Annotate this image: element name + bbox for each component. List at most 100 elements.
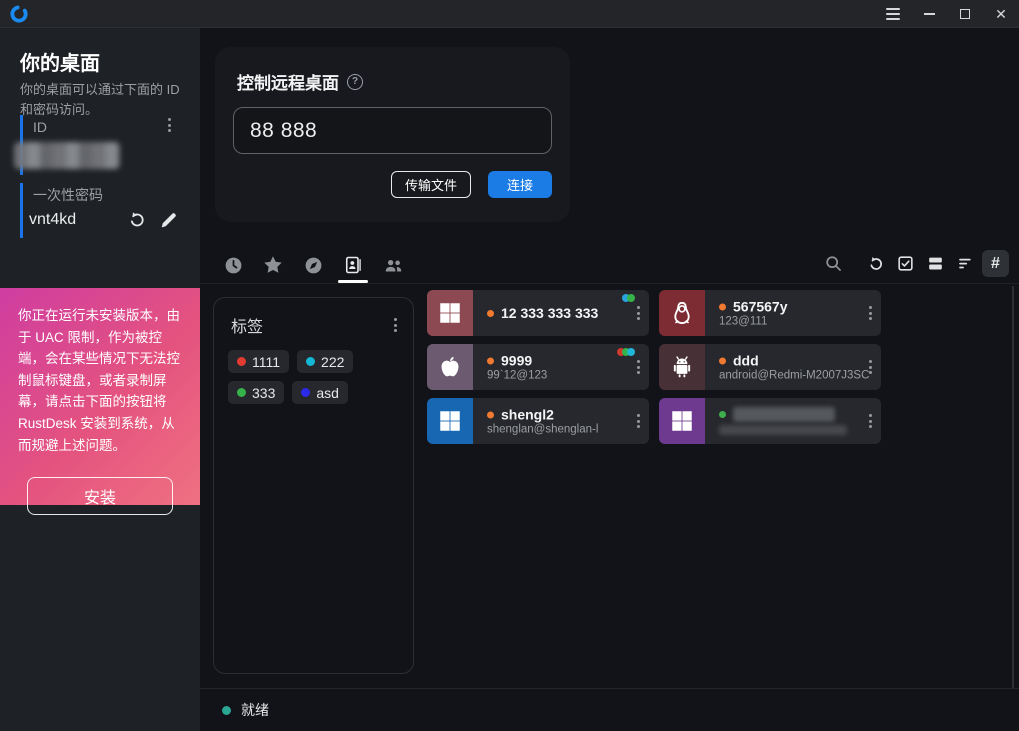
tags-menu-icon[interactable] bbox=[394, 318, 397, 332]
grid-view-icon[interactable]: # bbox=[982, 250, 1009, 277]
peer-menu-icon[interactable] bbox=[869, 306, 872, 320]
remote-id-input[interactable] bbox=[233, 107, 552, 154]
peer-card[interactable]: 9999 99`12@123 bbox=[427, 344, 649, 390]
warning-text: 你正在运行未安装版本，由于 UAC 限制，作为被控端，会在某些情况下无法控制鼠标… bbox=[18, 305, 182, 456]
peer-name: shengl2 bbox=[501, 407, 554, 423]
peer-subtitle: 123@111 bbox=[719, 316, 857, 328]
peer-toolbar: # bbox=[820, 250, 1009, 277]
tag-color-dot bbox=[306, 357, 315, 366]
group-icon bbox=[382, 254, 405, 277]
refresh-password-icon[interactable] bbox=[126, 209, 148, 231]
peer-tabbar bbox=[213, 247, 413, 283]
app-logo-icon bbox=[9, 4, 29, 24]
id-label: ID bbox=[33, 119, 47, 135]
id-value-redacted bbox=[14, 142, 120, 169]
peer-name: 12 333 333 333 bbox=[501, 305, 598, 321]
id-menu-icon[interactable] bbox=[168, 118, 171, 132]
address-book-icon bbox=[343, 255, 363, 275]
edit-password-icon[interactable] bbox=[158, 209, 180, 231]
install-warning-banner: 你正在运行未安装版本，由于 UAC 限制，作为被控端，会在某些情况下无法控制鼠标… bbox=[0, 288, 200, 505]
scrollbar[interactable] bbox=[1012, 286, 1014, 688]
main-area: 控制远程桌面 ? 传输文件 连接 bbox=[200, 28, 1019, 731]
linux-icon bbox=[659, 290, 705, 336]
peer-status-dot bbox=[487, 310, 494, 317]
tag-color-dot bbox=[301, 388, 310, 397]
tab-favorites[interactable] bbox=[253, 247, 293, 283]
clock-icon bbox=[223, 255, 244, 276]
peer-name-redacted bbox=[733, 407, 835, 422]
tag-chip-222[interactable]: 222 bbox=[297, 350, 353, 373]
android-icon bbox=[659, 344, 705, 390]
peer-menu-icon[interactable] bbox=[637, 360, 640, 374]
windows-icon bbox=[427, 290, 473, 336]
refresh-peers-icon[interactable] bbox=[862, 250, 889, 277]
peer-menu-icon[interactable] bbox=[869, 414, 872, 428]
statusbar: 就绪 bbox=[200, 689, 1019, 731]
peer-name: ddd bbox=[733, 353, 759, 369]
peer-menu-icon[interactable] bbox=[637, 306, 640, 320]
tag-label: asd bbox=[316, 385, 339, 401]
tab-address-book[interactable] bbox=[333, 247, 373, 283]
tag-chip-333[interactable]: 333 bbox=[228, 381, 284, 404]
tab-recent-sessions[interactable] bbox=[213, 247, 253, 283]
windows-icon bbox=[659, 398, 705, 444]
peer-status-badges bbox=[625, 294, 635, 302]
tag-label: 333 bbox=[252, 385, 275, 401]
peer-card[interactable]: shengl2 shenglan@shenglan-l bbox=[427, 398, 649, 444]
peer-card[interactable] bbox=[659, 398, 881, 444]
tag-chip-list: 1111 222 333 asd bbox=[214, 337, 413, 404]
peer-name: 9999 bbox=[501, 353, 532, 369]
password-accent-bar bbox=[20, 183, 23, 238]
peer-card[interactable]: 12 333 333 333 bbox=[427, 290, 649, 336]
control-remote-desktop-card: 控制远程桌面 ? 传输文件 连接 bbox=[215, 47, 570, 222]
tag-label: 222 bbox=[321, 354, 344, 370]
tag-label: 1111 bbox=[252, 354, 280, 370]
tabbar-divider bbox=[200, 283, 1019, 284]
card-view-icon[interactable] bbox=[922, 250, 949, 277]
peer-menu-icon[interactable] bbox=[869, 360, 872, 374]
tag-color-dot bbox=[237, 357, 246, 366]
search-icon[interactable] bbox=[820, 250, 847, 277]
peer-status-dot bbox=[719, 357, 726, 364]
rustdesk-window: ✕ 你的桌面 你的桌面可以通过下面的 ID 和密码访问。 ID 一次性密码 vn… bbox=[0, 0, 1019, 731]
peer-name: 567567y bbox=[733, 299, 788, 315]
apple-icon bbox=[427, 344, 473, 390]
maximize-button[interactable] bbox=[947, 0, 983, 27]
help-icon[interactable]: ? bbox=[347, 74, 363, 90]
peer-status-dot bbox=[487, 357, 494, 364]
peer-subtitle-redacted bbox=[719, 425, 847, 435]
connection-status-dot bbox=[222, 706, 231, 715]
peer-subtitle: shenglan@shenglan-l bbox=[487, 424, 625, 436]
install-button[interactable]: 安装 bbox=[27, 477, 173, 515]
peer-subtitle: android@Redmi-M2007J3SC bbox=[719, 370, 857, 382]
page-title: 你的桌面 bbox=[20, 47, 100, 76]
minimize-button[interactable] bbox=[911, 0, 947, 27]
close-button[interactable]: ✕ bbox=[983, 0, 1019, 27]
peer-status-dot bbox=[719, 303, 726, 310]
windows-icon bbox=[427, 398, 473, 444]
connect-button[interactable]: 连接 bbox=[488, 171, 552, 198]
sidebar: 你的桌面 你的桌面可以通过下面的 ID 和密码访问。 ID 一次性密码 vnt4… bbox=[0, 28, 200, 731]
tab-groups[interactable] bbox=[373, 247, 413, 283]
titlebar: ✕ bbox=[0, 0, 1019, 28]
compass-icon bbox=[303, 255, 324, 276]
peer-status-dot bbox=[719, 411, 726, 418]
peer-status-dot bbox=[487, 411, 494, 418]
tag-chip-asd[interactable]: asd bbox=[292, 381, 348, 404]
peer-menu-icon[interactable] bbox=[637, 414, 640, 428]
badge-dot bbox=[627, 348, 635, 356]
tab-discovered[interactable] bbox=[293, 247, 333, 283]
transfer-file-button[interactable]: 传输文件 bbox=[391, 171, 471, 198]
list-view-icon[interactable] bbox=[952, 250, 979, 277]
peer-card[interactable]: ddd android@Redmi-M2007J3SC bbox=[659, 344, 881, 390]
select-peers-icon[interactable] bbox=[892, 250, 919, 277]
badge-dot bbox=[627, 294, 635, 302]
one-time-password-value: vnt4kd bbox=[29, 211, 76, 229]
tag-chip-1111[interactable]: 1111 bbox=[228, 350, 289, 373]
peer-subtitle: 99`12@123 bbox=[487, 370, 625, 382]
menu-icon[interactable] bbox=[875, 0, 911, 27]
desktop-description: 你的桌面可以通过下面的 ID 和密码访问。 bbox=[20, 80, 184, 120]
one-time-password-label: 一次性密码 bbox=[33, 185, 103, 205]
peer-card[interactable]: 567567y 123@111 bbox=[659, 290, 881, 336]
tags-title: 标签 bbox=[231, 313, 263, 337]
